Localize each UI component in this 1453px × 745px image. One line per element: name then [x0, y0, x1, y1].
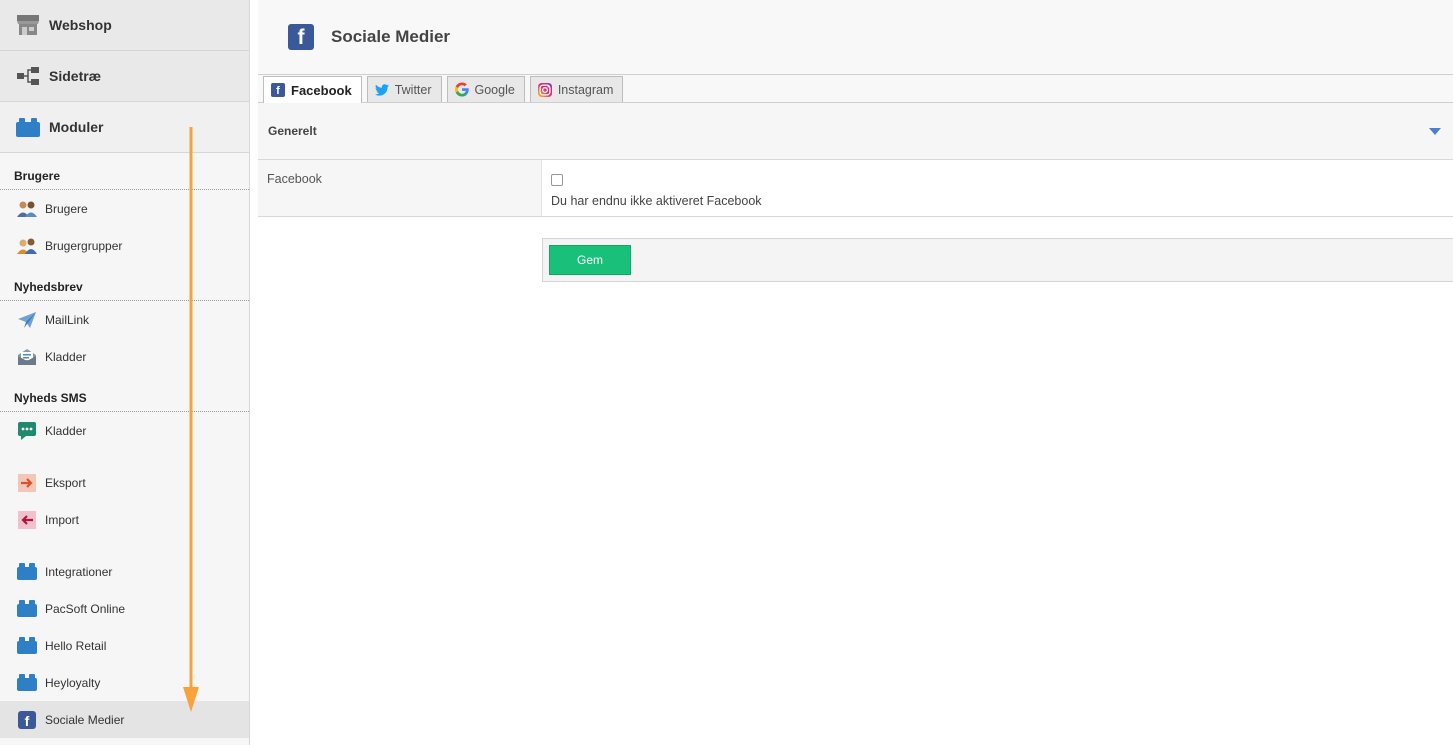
- sidebar-item-import-label: Import: [45, 512, 80, 527]
- section-header-generelt[interactable]: Generelt: [258, 103, 1453, 160]
- sidebar-item-maillink[interactable]: MailLink: [0, 301, 249, 338]
- nav-moduler[interactable]: Moduler: [0, 102, 249, 153]
- sidebar-item-kladder-sms[interactable]: Kladder: [0, 412, 249, 449]
- sidebar-item-hello-retail-label: Hello Retail: [45, 638, 107, 653]
- group-title-brugere: Brugere: [0, 153, 249, 190]
- main-content: f Sociale Medier f Facebook Twitter Goog…: [258, 0, 1453, 745]
- sidebar-item-brugere[interactable]: Brugere: [0, 190, 249, 227]
- page-header: f Sociale Medier: [258, 0, 1453, 75]
- tab-twitter[interactable]: Twitter: [366, 76, 442, 102]
- shop-icon: [15, 13, 41, 37]
- annotation-arrow: [183, 127, 199, 712]
- sidebar-item-brugergrupper-label: Brugergrupper: [45, 238, 123, 253]
- page-title: Sociale Medier: [331, 27, 451, 46]
- sms-bubble-icon: [16, 420, 38, 442]
- sidebar-item-maillink-label: MailLink: [45, 312, 90, 327]
- tab-instagram[interactable]: Instagram: [529, 76, 624, 102]
- chevron-down-icon[interactable]: [1429, 127, 1441, 135]
- tab-google[interactable]: Google: [446, 76, 525, 102]
- sidebar-item-kladder-mail[interactable]: Kladder: [0, 338, 249, 375]
- sidebar-item-integrationer-label: Integrationer: [45, 564, 113, 579]
- google-icon: [454, 82, 469, 97]
- facebook-icon: f: [271, 83, 285, 97]
- facebook-icon: f: [16, 709, 38, 731]
- nav-webshop[interactable]: Webshop: [0, 0, 249, 51]
- tab-instagram-label: Instagram: [557, 82, 614, 97]
- tab-twitter-label: Twitter: [394, 82, 432, 97]
- sidebar-item-eksport-label: Eksport: [45, 475, 86, 490]
- sidebar-item-sociale-medier-label: Sociale Medier: [45, 712, 125, 727]
- facebook-icon: f: [288, 24, 314, 50]
- sitemap-icon: [15, 64, 41, 88]
- users-icon: [16, 198, 38, 220]
- tab-facebook[interactable]: f Facebook: [263, 76, 362, 103]
- import-arrow-icon: [16, 509, 38, 531]
- sidebar-item-brugere-label: Brugere: [45, 201, 88, 216]
- group-title-nyhedsbrev: Nyhedsbrev: [0, 264, 249, 301]
- group-title-nyheds-sms: Nyheds SMS: [0, 375, 249, 412]
- envelope-open-icon: [16, 346, 38, 368]
- sidebar-item-brugergrupper[interactable]: Brugergrupper: [0, 227, 249, 264]
- facebook-status-text: Du har endnu ikke aktiveret Facebook: [551, 194, 762, 208]
- button-bar: Gem: [542, 238, 1453, 282]
- user-groups-icon: [16, 235, 38, 257]
- instagram-icon: [537, 82, 552, 97]
- twitter-icon: [374, 83, 389, 97]
- sidebar-item-kladder-sms-label: Kladder: [45, 423, 87, 438]
- facebook-field-value: Du har endnu ikke aktiveret Facebook: [542, 160, 1453, 216]
- sidebar-item-pacsoft-online[interactable]: PacSoft Online: [0, 590, 249, 627]
- sidebar-item-import[interactable]: Import: [0, 501, 249, 538]
- module-icon: [16, 561, 38, 583]
- sidebar-item-pacsoft-online-label: PacSoft Online: [45, 601, 126, 616]
- sidebar-item-sociale-medier[interactable]: f Sociale Medier: [0, 701, 249, 738]
- nav-webshop-label: Webshop: [49, 17, 112, 33]
- facebook-field-label: Facebook: [258, 160, 542, 216]
- sidebar-item-heyloyalty[interactable]: Heyloyalty: [0, 664, 249, 701]
- sidebar-item-kladder-mail-label: Kladder: [45, 349, 87, 364]
- tab-google-label: Google: [474, 82, 515, 97]
- module-icon: [16, 635, 38, 657]
- sidebar: Webshop Sidetræ Moduler Brugere Brugere …: [0, 0, 250, 745]
- module-icon: [15, 115, 41, 139]
- sidebar-item-hello-retail[interactable]: Hello Retail: [0, 627, 249, 664]
- facebook-enable-checkbox[interactable]: [551, 174, 563, 186]
- module-icon: [16, 598, 38, 620]
- sidebar-item-eksport[interactable]: Eksport: [0, 464, 249, 501]
- nav-sidetrae[interactable]: Sidetræ: [0, 51, 249, 102]
- sidebar-item-heyloyalty-label: Heyloyalty: [45, 675, 101, 690]
- save-button[interactable]: Gem: [549, 245, 631, 275]
- module-icon: [16, 672, 38, 694]
- nav-moduler-label: Moduler: [49, 119, 104, 135]
- export-arrow-icon: [16, 472, 38, 494]
- nav-sidetrae-label: Sidetræ: [49, 68, 102, 84]
- tab-facebook-label: Facebook: [291, 82, 352, 98]
- tab-bar: f Facebook Twitter Google Instagram: [258, 75, 1453, 103]
- sidebar-item-integrationer[interactable]: Integrationer: [0, 553, 249, 590]
- paper-plane-icon: [16, 309, 38, 331]
- section-title: Generelt: [268, 124, 317, 138]
- form-row-facebook: Facebook Du har endnu ikke aktiveret Fac…: [258, 160, 1453, 217]
